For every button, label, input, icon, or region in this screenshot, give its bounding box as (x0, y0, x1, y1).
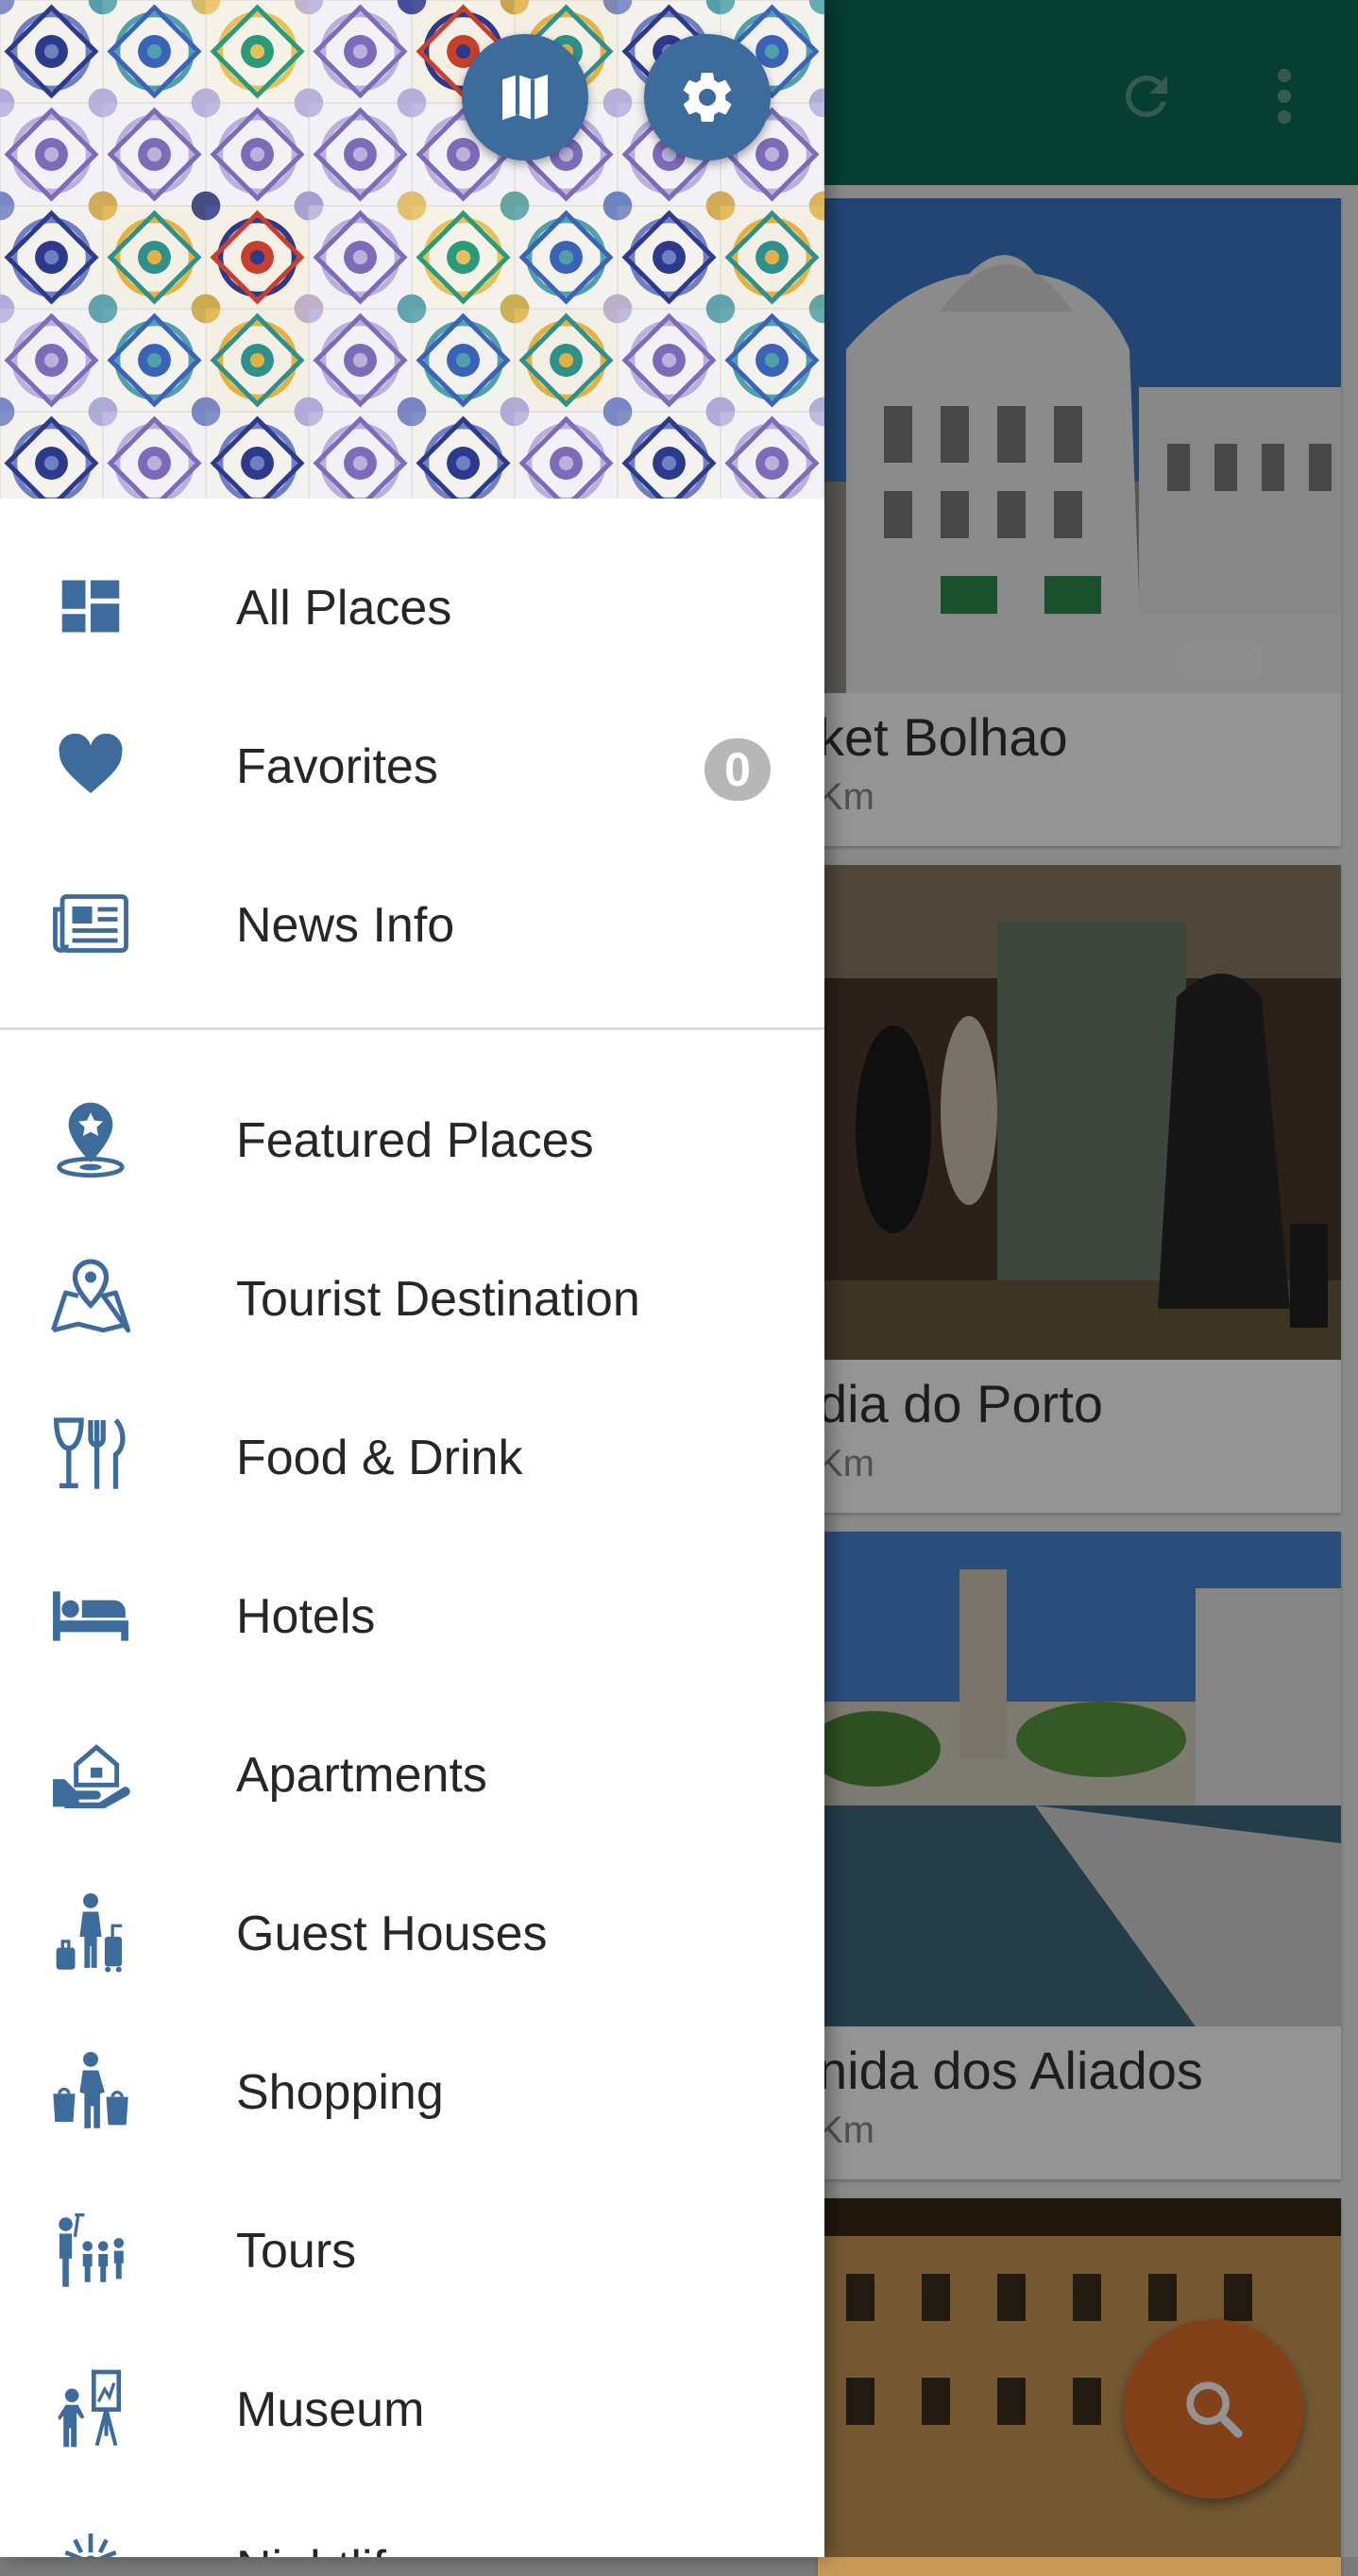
settings-icon (683, 73, 732, 122)
tour-group-icon (45, 2208, 136, 2291)
featured-place-icon (45, 1097, 136, 1180)
menu-label: Tours (236, 2224, 357, 2279)
menu-item-museum[interactable]: Museum (0, 2329, 824, 2487)
menu-item-food-drink[interactable]: Food & Drink (0, 1377, 824, 1535)
menu-item-all-places[interactable]: All Places (0, 527, 824, 686)
drawer-header (0, 0, 824, 499)
menu-item-featured-places[interactable]: Featured Places (0, 1059, 824, 1218)
menu-item-shopping[interactable]: Shopping (0, 2011, 824, 2170)
menu-label: Tourist Destination (236, 1272, 640, 1327)
dashboard-icon (45, 565, 136, 648)
menu-item-apartments[interactable]: Apartments (0, 1694, 824, 1853)
menu-item-nightlife[interactable]: Nightlif (0, 2487, 824, 2557)
bed-icon (45, 1573, 136, 1656)
menu-label: Featured Places (236, 1113, 594, 1168)
menu-label: Museum (236, 2382, 425, 2437)
museum-icon (45, 2366, 136, 2449)
menu-label: All Places (236, 581, 452, 636)
menu-label: News Info (236, 898, 455, 953)
menu-label: Nightlif (236, 2540, 386, 2557)
navigation-drawer: All Places Favorites 0 News Info Feature… (0, 0, 824, 2557)
newspaper-icon (45, 882, 136, 965)
menu-label: Apartments (236, 1748, 487, 1803)
menu-item-hotels[interactable]: Hotels (0, 1535, 824, 1694)
favorites-count-badge: 0 (704, 738, 771, 801)
menu-label: Hotels (236, 1589, 376, 1644)
menu-item-favorites[interactable]: Favorites 0 (0, 686, 824, 844)
menu-label: Food & Drink (236, 1431, 523, 1485)
menu-item-tourist-destination[interactable]: Tourist Destination (0, 1218, 824, 1377)
food-drink-icon (45, 1415, 136, 1498)
settings-button[interactable] (644, 34, 771, 161)
menu-divider (0, 1027, 824, 1030)
shopping-icon (45, 2049, 136, 2132)
apartment-icon (45, 1732, 136, 1815)
search-fab[interactable] (1124, 2319, 1303, 2499)
nightlife-icon (45, 2525, 136, 2557)
tile (705, 397, 824, 499)
menu-label: Guest Houses (236, 1907, 548, 1961)
menu-label: Favorites (236, 739, 438, 794)
menu-item-news-info[interactable]: News Info (0, 844, 824, 1003)
map-pin-icon (45, 1256, 136, 1339)
luggage-icon (45, 1890, 136, 1974)
menu-item-tours[interactable]: Tours (0, 2170, 824, 2329)
map-button[interactable] (462, 34, 588, 161)
heart-icon (45, 723, 136, 806)
menu-label: Shopping (236, 2065, 444, 2120)
map-icon (502, 75, 548, 120)
menu-item-guest-houses[interactable]: Guest Houses (0, 1853, 824, 2011)
